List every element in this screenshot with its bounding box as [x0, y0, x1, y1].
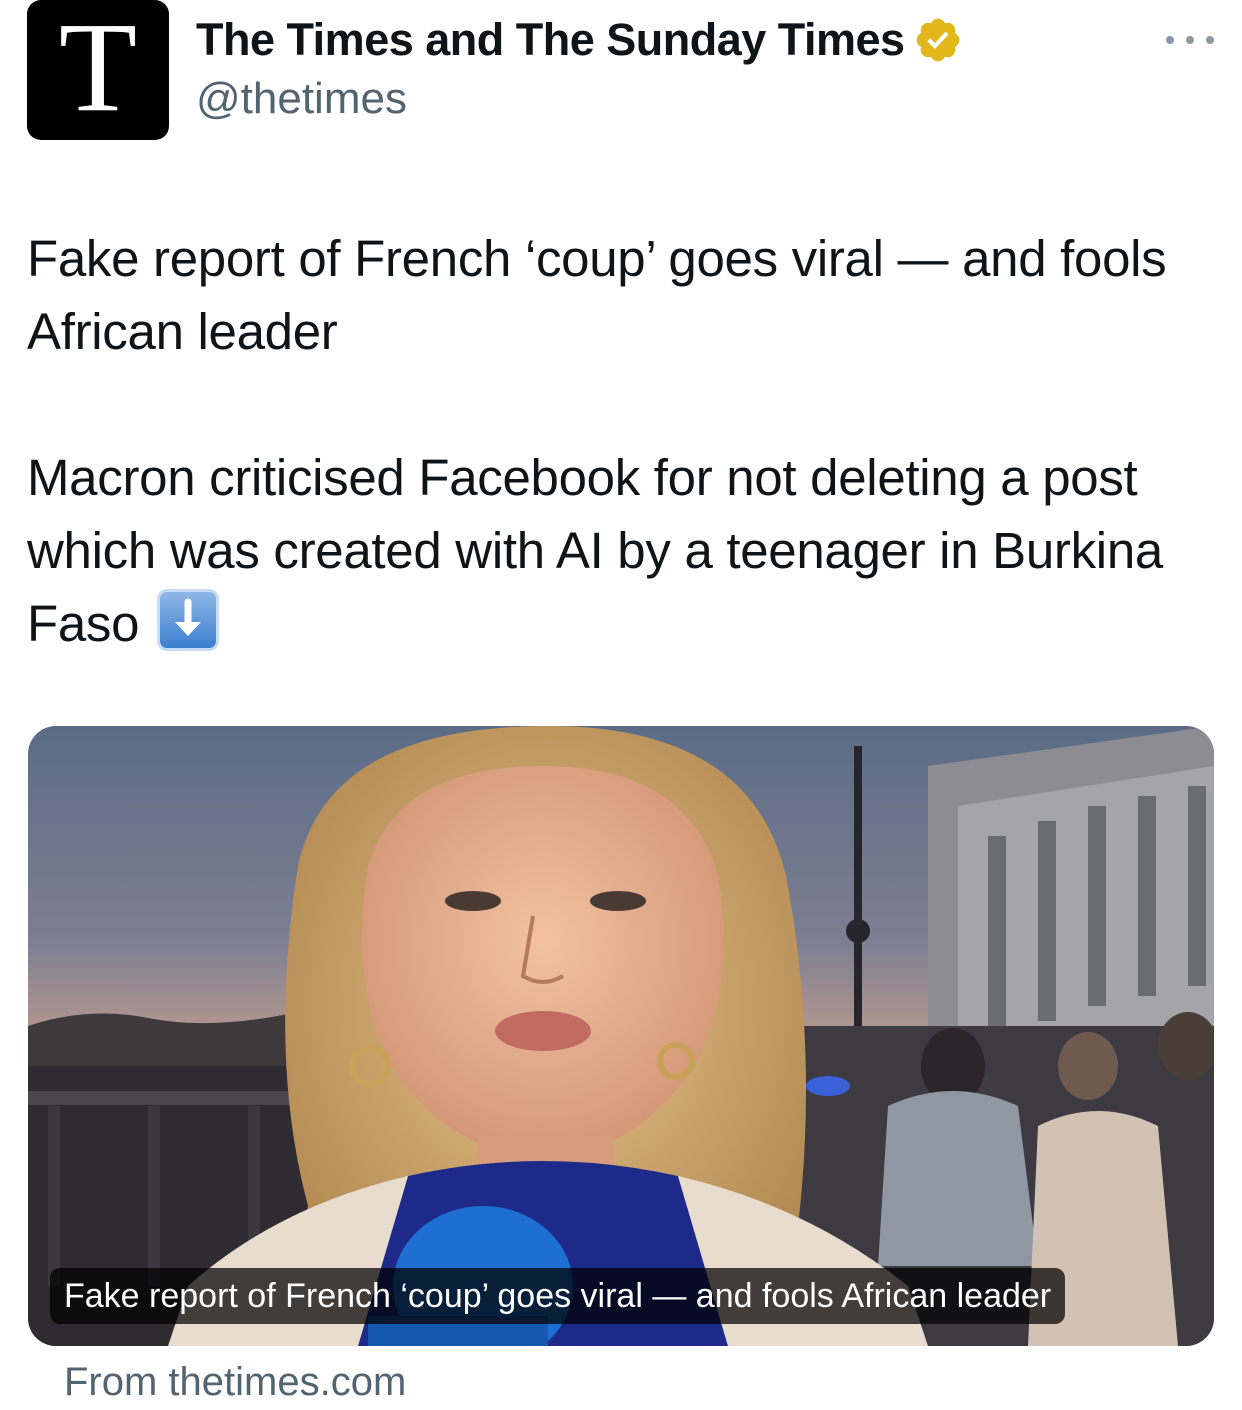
avatar-letter: T: [58, 0, 138, 138]
tweet-paragraph-2: Macron criticised Facebook for not delet…: [27, 441, 1217, 660]
tweet-text: Fake report of French ‘coup’ goes viral …: [27, 222, 1217, 660]
down-arrow-emoji-icon: [157, 589, 220, 651]
link-card-image[interactable]: [28, 726, 1214, 1346]
link-card-source[interactable]: From thetimes.com: [64, 1360, 406, 1405]
verified-badge-icon: [916, 18, 959, 62]
tweet: T The Times and The Sunday Times @thetim…: [0, 0, 1242, 1410]
tweet-paragraph-1: Fake report of French ‘coup’ goes viral …: [27, 230, 1167, 360]
news-thumbnail-image: [28, 726, 1214, 1346]
more-options-button[interactable]: [1166, 26, 1214, 54]
avatar[interactable]: T: [27, 0, 169, 140]
author-name[interactable]: The Times and The Sunday Times: [196, 14, 905, 66]
author-handle[interactable]: @thetimes: [196, 74, 407, 124]
more-horizontal-icon-dot: [1186, 36, 1194, 44]
more-horizontal-icon: [1166, 36, 1174, 44]
link-card-caption[interactable]: Fake report of French ‘coup’ goes viral …: [50, 1268, 1066, 1324]
more-horizontal-icon-dot: [1206, 36, 1214, 44]
author-name-row[interactable]: The Times and The Sunday Times: [196, 14, 963, 66]
